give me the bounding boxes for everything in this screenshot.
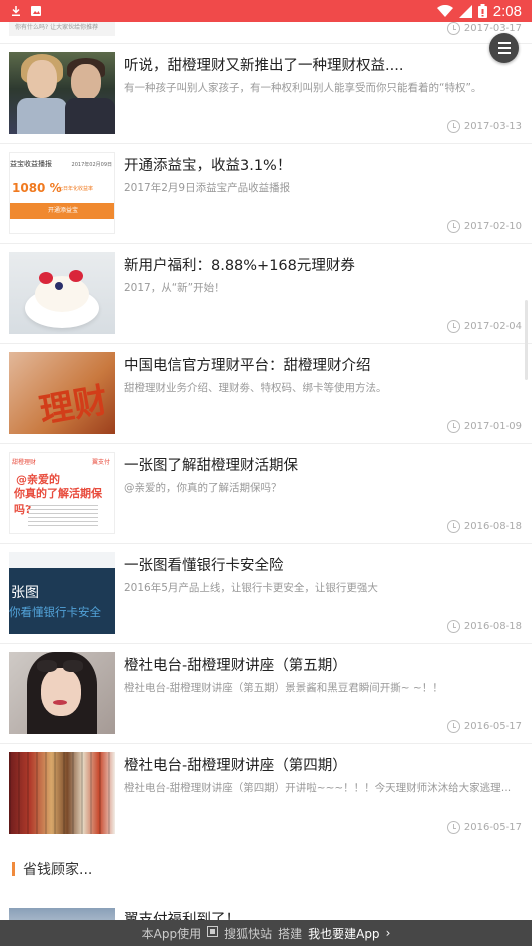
footer-banner[interactable]: 本App使用 搜狐快站 搭建 我也要建App › [0,920,532,946]
image-icon [30,5,42,17]
list-item[interactable]: 张图 你看懂银行卡安全 一张图看懂银行卡安全险 2016年5月产品上线，让银行卡… [0,544,532,644]
section-title: 省钱顾家... [23,862,93,878]
status-bar: 2:08 [0,0,532,22]
download-icon [10,5,22,17]
article-thumbnail [9,652,115,734]
article-title[interactable]: 橙社电台-甜橙理财讲座（第五期） [124,654,520,675]
list-item[interactable]: 益宝收益播报 2017年02月09日 1080 % 七日年化收益率 开通添益宝 … [0,144,532,244]
article-thumbnail [9,52,115,134]
article-title[interactable]: 橙社电台-甜橙理财讲座（第四期） [124,754,520,775]
article-thumbnail: 益宝收益播报 2017年02月09日 1080 % 七日年化收益率 开通添益宝 [9,152,115,234]
article-description: 2017，从“新”开始！ [124,282,225,294]
article-list[interactable]: 你有什么吗? 让大家伙给你推荐 2017-03-17 听说，甜橙理财又新推出了一… [0,22,532,920]
list-item[interactable]: 翼支付福利到了！ [0,900,532,920]
article-thumbnail [9,752,115,834]
article-description: 甜橙理财业务介绍、理财劵、特权码、绑卡等使用方法。 [124,382,387,394]
article-thumbnail: 你有什么吗? 让大家伙给你推荐 [9,22,115,36]
brand-icon [207,926,219,940]
article-title[interactable]: 听说，甜橙理财又新推出了一种理财权益.... [124,54,520,75]
article-title[interactable]: 翼支付福利到了！ [124,908,520,920]
article-date: 2016-05-17 [446,720,522,733]
clock-icon [446,821,460,834]
article-thumbnail [9,252,115,334]
article-date: 2017-02-10 [446,220,522,233]
clock-icon [446,520,460,533]
article-title[interactable]: 一张图看懂银行卡安全险 [124,554,520,575]
section-accent-bar [12,862,15,876]
signal-icon [458,4,472,18]
wifi-icon [436,5,453,17]
clock-icon [446,22,460,35]
article-description: 橙社电台-甜橙理财讲座（第五期）景景酱和黑豆君瞬间开撕~ ~！！ [124,682,443,694]
article-title[interactable]: 新用户福利：8.88%+168元理财券 [124,254,520,275]
list-item[interactable]: 甜橙理财 翼支付 @亲爱的 你真的了解活期保吗? 一张图了解甜橙理财活期保 @亲… [0,444,532,544]
article-title[interactable]: 开通添益宝，收益3.1%！ [124,154,520,175]
list-item[interactable]: 理财 中国电信官方理财平台：甜橙理财介绍 甜橙理财业务介绍、理财劵、特权码、绑卡… [0,344,532,444]
article-thumbnail: 张图 你看懂银行卡安全 [9,552,115,634]
article-description: 2016年5月产品上线，让银行卡更安全，让银行更强大 [124,582,378,594]
article-date: 2017-03-17 [446,22,522,35]
article-description: 有一种孩子叫别人家孩子，有一种权利叫别人能享受而你只能看着的“特权”。 [124,82,482,94]
article-date: 2017-02-04 [446,320,522,333]
list-item[interactable]: 橙社电台-甜橙理财讲座（第四期） 橙社电台-甜橙理财讲座（第四期）开讲啦~~~！… [0,744,532,844]
list-item[interactable]: 你有什么吗? 让大家伙给你推荐 2017-03-17 [0,22,532,44]
clock-time: 2:08 [492,2,522,20]
footer-prefix: 本App使用 [141,926,202,941]
article-date: 2016-05-17 [446,821,522,834]
hamburger-icon[interactable] [489,33,519,63]
clock-icon [446,120,460,133]
article-date: 2017-01-09 [446,420,522,433]
battery-icon [477,4,487,18]
article-title[interactable]: 一张图了解甜橙理财活期保 [124,454,520,475]
build-app-link[interactable]: 我也要建App [308,925,379,942]
clock-icon [446,320,460,333]
section-header[interactable]: 省钱顾家... [0,848,532,890]
footer-brand[interactable]: 搜狐快站 [224,925,272,942]
article-description: @亲爱的，你真的了解活期保吗？ [124,482,282,494]
article-date: 2017-03-13 [446,120,522,133]
clock-icon [446,420,460,433]
article-date: 2016-08-18 [446,520,522,533]
list-item[interactable]: 橙社电台-甜橙理财讲座（第五期） 橙社电台-甜橙理财讲座（第五期）景景酱和黑豆君… [0,644,532,744]
article-description: 橙社电台-甜橙理财讲座（第四期）开讲啦~~~！！！今天理财师沐沐给大家逃理利..… [124,782,520,794]
clock-icon [446,720,460,733]
article-thumbnail: 理财 [9,352,115,434]
footer-middle: 搭建 [278,926,303,941]
list-item[interactable]: 听说，甜橙理财又新推出了一种理财权益.... 有一种孩子叫别人家孩子，有一种权利… [0,44,532,144]
scrollbar[interactable] [525,300,528,380]
article-thumbnail: 甜橙理财 翼支付 @亲爱的 你真的了解活期保吗? [9,452,115,534]
article-description: 2017年2月9日添益宝产品收益播报 [124,182,291,194]
article-date: 2016-08-18 [446,620,522,633]
chevron-right-icon: › [385,926,391,940]
article-thumbnail [9,908,115,920]
clock-icon [446,220,460,233]
list-item[interactable]: 新用户福利：8.88%+168元理财券 2017，从“新”开始！ 2017-02… [0,244,532,344]
article-title[interactable]: 中国电信官方理财平台：甜橙理财介绍 [124,354,520,375]
clock-icon [446,620,460,633]
